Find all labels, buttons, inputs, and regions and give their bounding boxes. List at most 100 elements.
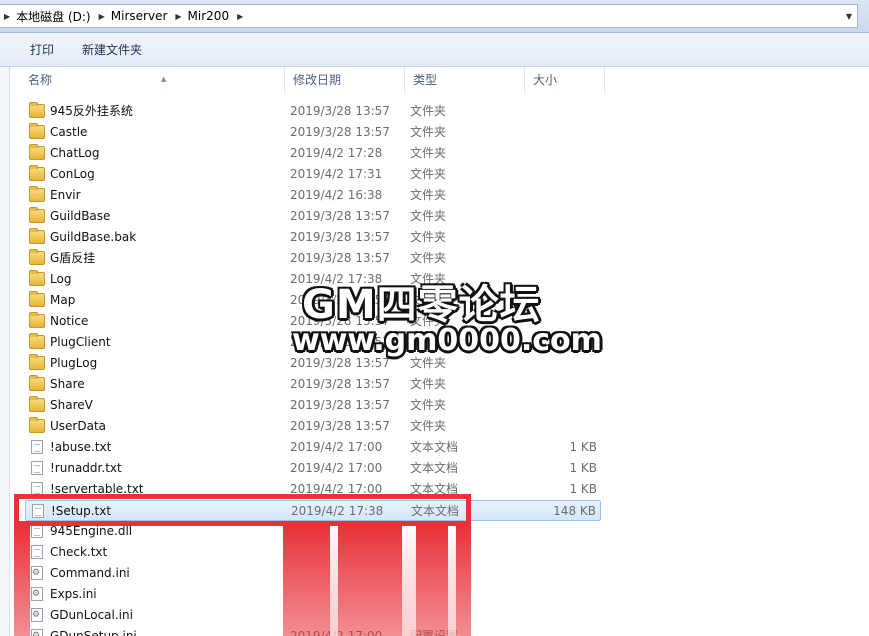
white-streak <box>448 526 456 636</box>
ini-file-icon <box>31 566 43 580</box>
breadcrumb-arrow-icon[interactable]: ▶ <box>0 12 16 21</box>
breadcrumb-mir200[interactable]: Mir200 <box>188 9 234 23</box>
chevron-down-icon[interactable]: ▼ <box>841 5 857 27</box>
file-type: 文件夹 <box>410 125 447 139</box>
file-type: 文件夹 <box>410 104 447 118</box>
file-row[interactable]: ChatLog 2019/4/2 17:28 文件夹 <box>25 143 601 164</box>
file-name: !abuse.txt <box>50 440 112 454</box>
ini-file-icon <box>31 629 43 636</box>
white-streak <box>402 526 416 636</box>
file-name: Map <box>50 293 76 307</box>
column-name-label: 名称 <box>28 73 53 87</box>
file-size: 1 KB <box>569 440 597 454</box>
file-date: 2019/4/2 17:31 <box>290 167 383 181</box>
folder-icon <box>29 207 45 223</box>
column-header-type[interactable]: 类型 <box>405 67 525 94</box>
sort-up-icon: ▲ <box>161 75 167 83</box>
folder-icon <box>29 312 45 328</box>
highlight-box <box>14 494 471 526</box>
file-type: 文件夹 <box>410 167 447 181</box>
file-type: 文件夹 <box>410 146 447 160</box>
highlight-streak <box>14 526 30 636</box>
watermark-title: GM四零论坛 <box>302 282 541 328</box>
file-date: 2019/4/2 16:38 <box>290 188 383 202</box>
address-bar: ▶ 本地磁盘 (D:) ▶ Mirserver ▶ Mir200 ▶ ▼ <box>0 0 869 33</box>
file-size: 1 KB <box>569 461 597 475</box>
command-bar: 打印 新建文件夹 <box>0 33 869 67</box>
address-box[interactable]: ▶ 本地磁盘 (D:) ▶ Mirserver ▶ Mir200 ▶ ▼ <box>0 4 858 28</box>
file-row[interactable]: UserData 2019/3/28 13:57 文件夹 <box>25 416 601 437</box>
file-name: GDunSetup.ini <box>50 629 137 636</box>
column-header-name[interactable]: 名称 ▲ <box>20 67 285 94</box>
highlight-streak <box>283 526 471 636</box>
text-file-icon <box>31 461 43 475</box>
breadcrumb-arrow-icon[interactable]: ▶ <box>95 12 111 21</box>
file-row[interactable]: Castle 2019/3/28 13:57 文件夹 <box>25 122 601 143</box>
folder-icon <box>29 375 45 391</box>
file-row[interactable]: !runaddr.txt 2019/4/2 17:00 文本文档 1 KB <box>25 458 601 479</box>
white-streak <box>568 526 578 636</box>
file-row[interactable]: 945反外挂系统 2019/3/28 13:57 文件夹 <box>25 101 601 122</box>
breadcrumb-arrow-icon[interactable]: ▶ <box>171 12 187 21</box>
file-date: 2019/3/28 13:57 <box>290 251 390 265</box>
print-button[interactable]: 打印 <box>30 41 54 58</box>
file-name: PlugLog <box>50 356 98 370</box>
file-type: 文件夹 <box>410 209 447 223</box>
breadcrumb-drive[interactable]: 本地磁盘 (D:) <box>16 8 94 25</box>
folder-icon <box>29 291 45 307</box>
dll-file-icon <box>31 524 43 538</box>
file-row[interactable]: !abuse.txt 2019/4/2 17:00 文本文档 1 KB <box>25 437 601 458</box>
file-row[interactable]: ShareV 2019/3/28 13:57 文件夹 <box>25 395 601 416</box>
file-type: 文本文档 <box>410 461 459 475</box>
file-date: 2019/3/28 13:57 <box>290 209 390 223</box>
file-name: Envir <box>50 188 81 202</box>
file-name: Log <box>50 272 72 286</box>
file-date: 2019/3/28 13:57 <box>290 377 390 391</box>
folder-icon <box>29 249 45 265</box>
file-name: ShareV <box>50 398 93 412</box>
file-date: 2019/4/2 17:00 <box>290 440 383 454</box>
file-date: 2019/3/28 13:57 <box>290 104 390 118</box>
file-date: 2019/3/28 13:57 <box>290 125 390 139</box>
file-row[interactable]: G盾反挂 2019/3/28 13:57 文件夹 <box>25 248 601 269</box>
column-date-label: 修改日期 <box>293 73 342 87</box>
folder-icon <box>29 333 45 349</box>
file-name: Check.txt <box>50 545 108 559</box>
folder-icon <box>29 102 45 118</box>
breadcrumb-mirserver[interactable]: Mirserver <box>111 9 172 23</box>
file-type: 文件夹 <box>410 377 447 391</box>
file-name: Notice <box>50 314 89 328</box>
file-date: 2019/3/28 13:57 <box>290 419 390 433</box>
file-name: Share <box>50 377 85 391</box>
file-date: 2019/4/2 17:00 <box>290 461 383 475</box>
file-type: 文件夹 <box>410 251 447 265</box>
new-folder-button[interactable]: 新建文件夹 <box>82 41 142 58</box>
column-header-size[interactable]: 大小 <box>525 67 605 94</box>
folder-icon <box>29 123 45 139</box>
file-type: 文件夹 <box>410 419 447 433</box>
folder-icon <box>29 396 45 412</box>
text-file-icon <box>31 545 43 559</box>
column-headers: 名称 ▲ 修改日期 类型 大小 <box>10 67 869 94</box>
file-row[interactable]: Share 2019/3/28 13:57 文件夹 <box>25 374 601 395</box>
file-name: UserData <box>50 419 107 433</box>
navigation-pane[interactable] <box>0 67 10 636</box>
ini-file-icon <box>31 587 43 601</box>
file-type: 文件夹 <box>410 230 447 244</box>
column-type-label: 类型 <box>413 73 438 87</box>
column-header-date[interactable]: 修改日期 <box>285 67 405 94</box>
file-name: 945反外挂系统 <box>50 104 133 118</box>
file-name: Command.ini <box>50 566 130 580</box>
file-name: !runaddr.txt <box>50 461 122 475</box>
file-name: PlugClient <box>50 335 111 349</box>
file-date: 2019/3/28 13:57 <box>290 398 390 412</box>
file-name: G盾反挂 <box>50 251 96 265</box>
breadcrumb-arrow-icon[interactable]: ▶ <box>233 12 249 21</box>
file-name: Castle <box>50 125 88 139</box>
file-row[interactable]: GuildBase 2019/3/28 13:57 文件夹 <box>25 206 601 227</box>
folder-icon <box>29 270 45 286</box>
file-row[interactable]: Envir 2019/4/2 16:38 文件夹 <box>25 185 601 206</box>
file-row[interactable]: GuildBase.bak 2019/3/28 13:57 文件夹 <box>25 227 601 248</box>
file-size: 1 KB <box>569 482 597 496</box>
file-row[interactable]: ConLog 2019/4/2 17:31 文件夹 <box>25 164 601 185</box>
